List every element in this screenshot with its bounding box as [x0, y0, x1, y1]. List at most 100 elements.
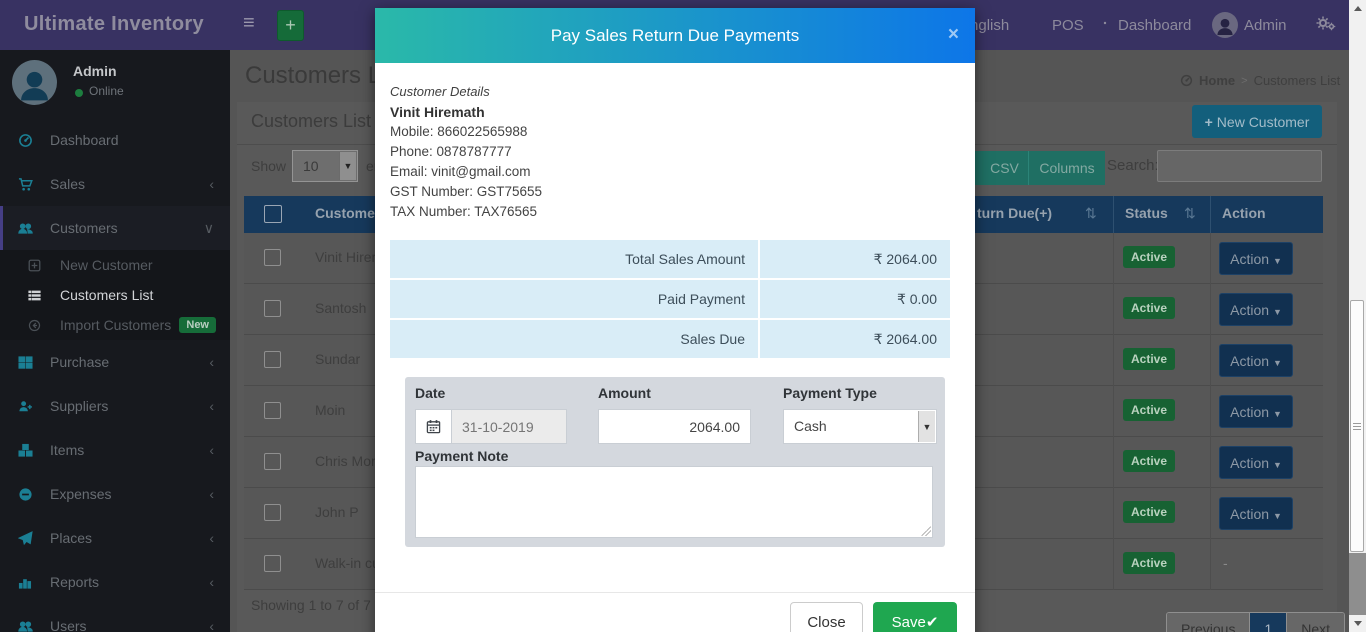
entries-per-page-select[interactable]: 10 ▼ — [292, 150, 358, 182]
sidebar-item-label: Customers — [50, 220, 118, 236]
sort-icon[interactable]: ⇅ — [1184, 205, 1196, 222]
row-checkbox[interactable] — [264, 453, 281, 470]
new-customer-button[interactable]: +New Customer — [1192, 105, 1322, 138]
sidebar-menu: DashboardSales‹Customers∨ New Customer Cus… — [0, 118, 230, 632]
row-checkbox[interactable] — [264, 300, 281, 317]
no-action-dash: - — [1223, 555, 1228, 571]
status-badge: Active — [1123, 246, 1175, 268]
action-dropdown-button[interactable]: Action ▼ — [1219, 395, 1293, 428]
scroll-down-icon[interactable] — [1349, 615, 1366, 632]
status-badge: Active — [1123, 399, 1175, 421]
status-badge: Active — [1123, 450, 1175, 472]
modal-title: Pay Sales Return Due Payments — [375, 8, 975, 63]
payment-note-field[interactable] — [415, 466, 933, 538]
pagination-previous[interactable]: Previous — [1167, 613, 1250, 632]
customer-tax: TAX Number: TAX76565 — [390, 202, 542, 222]
date-field[interactable] — [452, 409, 567, 444]
dashboard-menu[interactable]: Dashboard — [1098, 0, 1191, 50]
action-dropdown-button[interactable]: Action ▼ — [1219, 446, 1293, 479]
sidebar-item-sales[interactable]: Sales‹ — [0, 162, 230, 206]
sort-icon[interactable]: ⇅ — [1085, 205, 1097, 222]
breadcrumb: Home > Customers List — [1180, 73, 1340, 88]
sidebar-user-panel: Admin Online — [0, 50, 230, 118]
close-button[interactable]: Close — [790, 602, 863, 632]
status-badge: Active — [1123, 297, 1175, 319]
row-checkbox[interactable] — [264, 351, 281, 368]
breadcrumb-current: Customers List — [1254, 73, 1341, 88]
settings-menu[interactable] — [1316, 0, 1336, 50]
panel-title: Customers List — [251, 111, 371, 132]
sidebar-item-label: Places — [50, 530, 92, 546]
modal-footer-divider — [375, 592, 975, 593]
status-cell: Active — [1113, 335, 1210, 386]
quick-add-button[interactable]: + — [277, 10, 304, 41]
csv-export-button[interactable]: CSV — [981, 151, 1028, 185]
action-cell: Action ▼ — [1210, 437, 1323, 488]
search-input[interactable] — [1157, 150, 1322, 182]
payment-type-select[interactable]: Cash ▼ — [783, 409, 937, 444]
columns-button[interactable]: Columns — [1028, 151, 1105, 185]
sidebar: Admin Online DashboardSales‹Customers∨ Ne… — [0, 50, 230, 632]
sidebar-item-users[interactable]: Users‹ — [0, 604, 230, 632]
action-dropdown-button[interactable]: Action ▼ — [1219, 344, 1293, 377]
sidebar-item-suppliers[interactable]: Suppliers‹ — [0, 384, 230, 428]
sidebar-item-purchase[interactable]: Purchase‹ — [0, 340, 230, 384]
close-icon[interactable]: × — [948, 25, 959, 44]
hamburger-menu-icon[interactable]: ≡ — [243, 12, 255, 35]
sidebar-item-items[interactable]: Items‹ — [0, 428, 230, 472]
pagination-page-1[interactable]: 1 — [1250, 613, 1287, 632]
column-header-return-due[interactable]: turn Due(+) — [977, 205, 1052, 221]
status-cell: Active — [1113, 437, 1210, 488]
chevron-left-icon: ‹ — [209, 486, 214, 502]
scrollbar-thumb[interactable] — [1350, 300, 1364, 552]
pagination-next[interactable]: Next — [1287, 613, 1344, 632]
app-brand: Ultimate Inventory — [24, 13, 204, 36]
column-divider — [1210, 196, 1211, 233]
column-header-status[interactable]: Status — [1125, 205, 1168, 221]
user-menu[interactable]: Admin — [1212, 0, 1287, 50]
chevron-left-icon: ‹ — [209, 398, 214, 414]
column-header-action: Action — [1222, 205, 1266, 221]
sidebar-subitem-label: New Customer — [60, 257, 153, 273]
sidebar-subitem-new-customer[interactable]: New Customer — [0, 250, 230, 280]
pos-menu[interactable]: POS — [1032, 0, 1084, 50]
chevron-left-icon: ‹ — [209, 442, 214, 458]
grid-icon — [18, 355, 42, 370]
online-status-icon — [75, 89, 83, 97]
summary-row: Total Sales Amount ₹ 2064.00 — [390, 240, 950, 278]
row-checkbox[interactable] — [264, 249, 281, 266]
row-checkbox[interactable] — [264, 504, 281, 521]
summary-value: ₹ 2064.00 — [760, 320, 950, 358]
scroll-up-icon[interactable] — [1349, 0, 1366, 17]
status-cell: Active — [1113, 488, 1210, 539]
row-checkbox[interactable] — [264, 402, 281, 419]
column-header-customer[interactable]: Customer — [315, 205, 380, 221]
app-root: Ultimate Inventory ≡ + English POS Dashb… — [0, 0, 1366, 632]
row-checkbox[interactable] — [264, 555, 281, 572]
action-dropdown-button[interactable]: Action ▼ — [1219, 497, 1293, 530]
user-label: Admin — [1244, 17, 1287, 34]
customer-mobile: Mobile: 866022565988 — [390, 122, 542, 142]
save-button[interactable]: Save✔ — [873, 602, 957, 632]
status-badge: Active — [1123, 552, 1175, 574]
sidebar-subitem-import-customers[interactable]: Import CustomersNew — [0, 310, 230, 340]
action-cell: Action ▼ — [1210, 488, 1323, 539]
sidebar-item-places[interactable]: Places‹ — [0, 516, 230, 560]
sidebar-item-expenses[interactable]: Expenses‹ — [0, 472, 230, 516]
amount-field[interactable] — [598, 409, 751, 444]
user-plus-icon — [18, 399, 42, 414]
sidebar-item-dashboard[interactable]: Dashboard — [0, 118, 230, 162]
sidebar-item-reports[interactable]: Reports‹ — [0, 560, 230, 604]
customer-gst: GST Number: GST75655 — [390, 182, 542, 202]
sidebar-subitem-customers-list[interactable]: Customers List — [0, 280, 230, 310]
breadcrumb-home[interactable]: Home — [1199, 73, 1235, 88]
select-all-checkbox[interactable] — [264, 205, 282, 223]
payment-note-label: Payment Note — [415, 448, 508, 464]
show-entries-label: Show — [251, 158, 286, 174]
action-dropdown-button[interactable]: Action ▼ — [1219, 242, 1293, 275]
customer-details-heading: Customer Details — [390, 82, 542, 102]
vertical-scrollbar[interactable] — [1349, 0, 1366, 632]
action-dropdown-button[interactable]: Action ▼ — [1219, 293, 1293, 326]
sidebar-item-customers[interactable]: Customers∨ — [0, 206, 230, 250]
sidebar-subitem-label: Import Customers — [60, 317, 171, 333]
